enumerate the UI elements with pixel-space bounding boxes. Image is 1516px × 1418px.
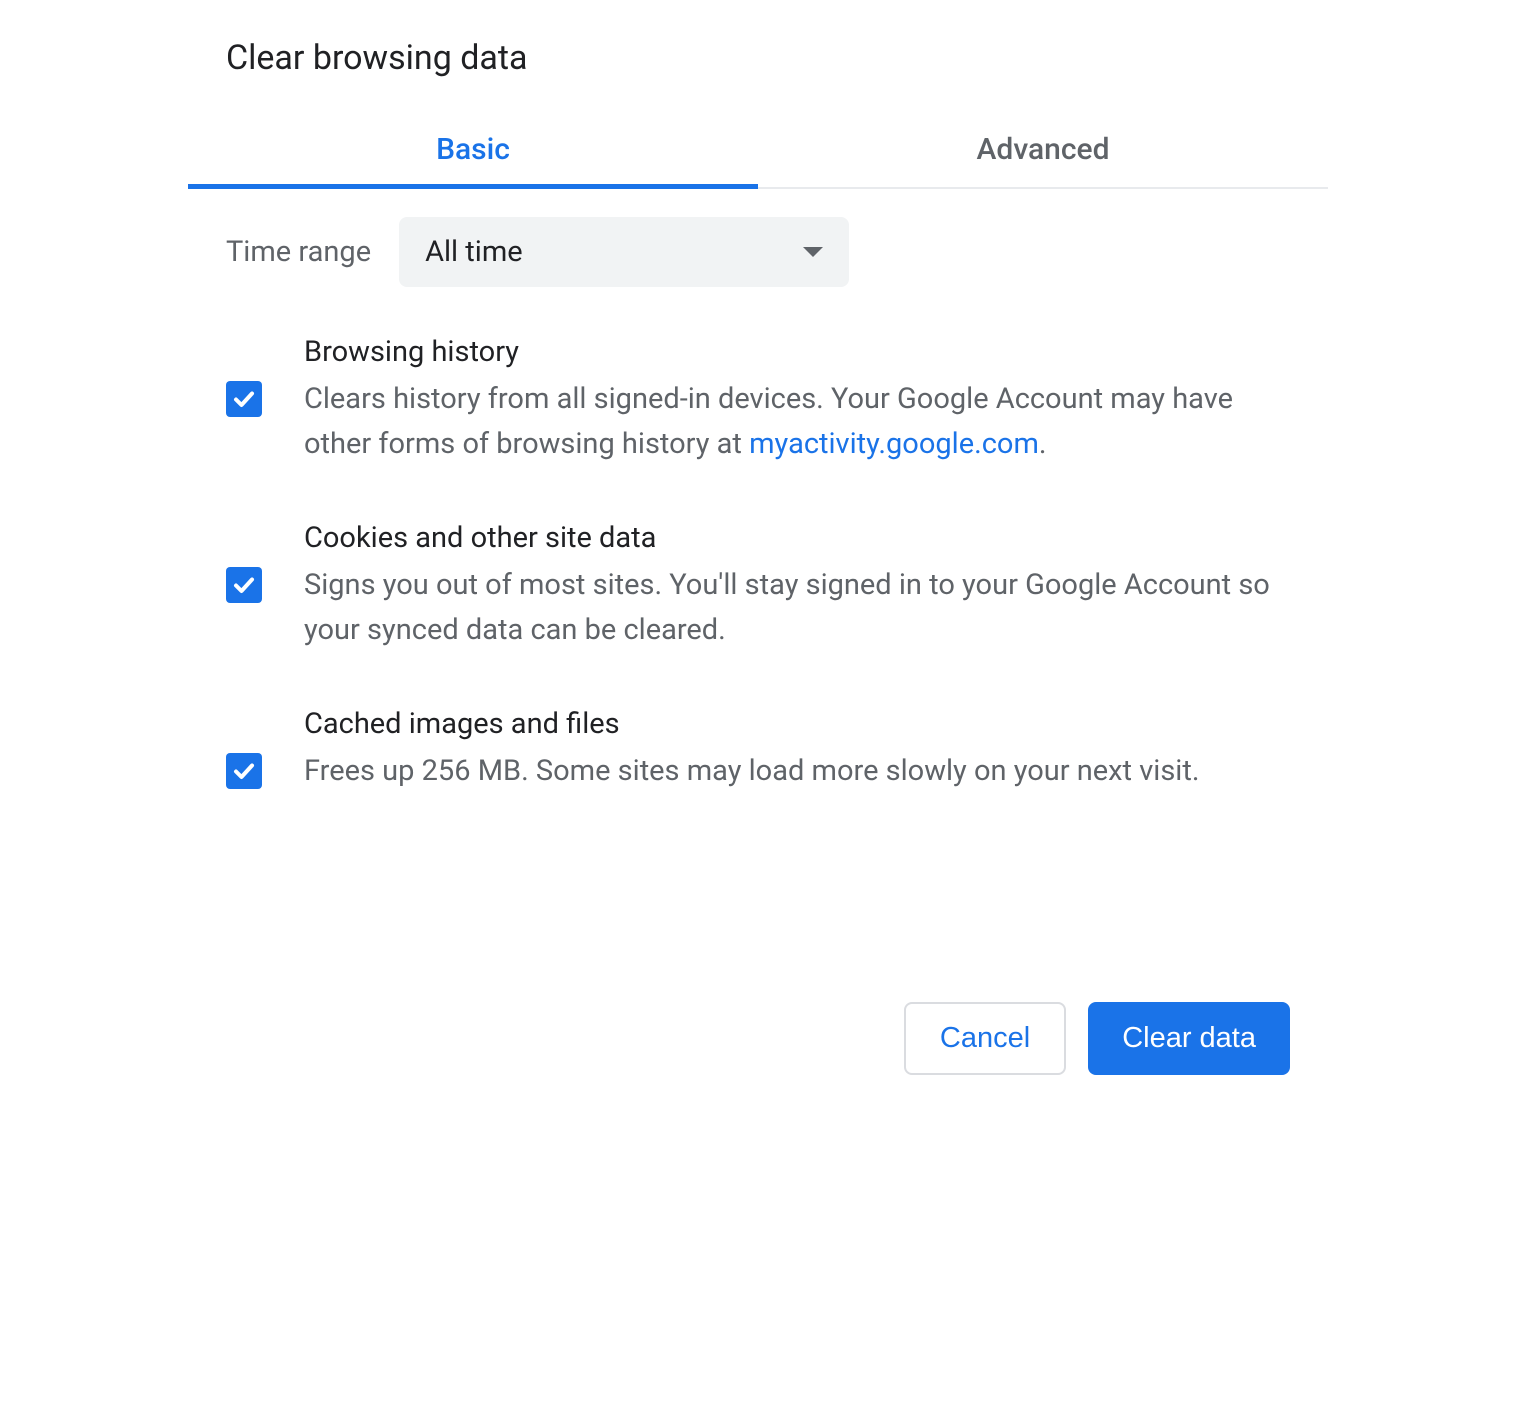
checkbox-browsing-history[interactable] <box>226 381 262 417</box>
option-title: Browsing history <box>304 335 1290 369</box>
time-range-label: Time range <box>226 235 371 269</box>
option-description: Frees up 256 MB. Some sites may load mor… <box>304 749 1290 794</box>
tab-basic[interactable]: Basic <box>188 116 758 187</box>
time-range-select[interactable]: All time <box>399 217 849 287</box>
checkbox-cache[interactable] <box>226 753 262 789</box>
option-title: Cookies and other site data <box>304 521 1290 555</box>
option-text: Browsing history Clears history from all… <box>304 335 1290 467</box>
tabs: Basic Advanced <box>188 116 1328 189</box>
dialog-body: Time range All time Browsing history Cle… <box>188 189 1328 794</box>
clear-data-button[interactable]: Clear data <box>1088 1002 1290 1075</box>
option-description: Signs you out of most sites. You'll stay… <box>304 563 1290 653</box>
caret-down-icon <box>803 247 823 257</box>
check-icon <box>232 759 256 783</box>
myactivity-link[interactable]: myactivity.google.com <box>749 427 1039 461</box>
option-text: Cached images and files Frees up 256 MB.… <box>304 707 1290 794</box>
check-icon <box>232 387 256 411</box>
desc-text: . <box>1039 427 1047 461</box>
option-title: Cached images and files <box>304 707 1290 741</box>
option-cookies: Cookies and other site data Signs you ou… <box>226 521 1290 653</box>
cancel-button[interactable]: Cancel <box>904 1002 1066 1075</box>
dialog-footer: Cancel Clear data <box>188 848 1328 1075</box>
checkbox-cookies[interactable] <box>226 567 262 603</box>
option-description: Clears history from all signed-in device… <box>304 377 1290 467</box>
option-browsing-history: Browsing history Clears history from all… <box>226 335 1290 467</box>
dialog-title: Clear browsing data <box>188 38 1328 116</box>
option-cache: Cached images and files Frees up 256 MB.… <box>226 707 1290 794</box>
time-range-value: All time <box>425 235 523 269</box>
option-text: Cookies and other site data Signs you ou… <box>304 521 1290 653</box>
time-range-row: Time range All time <box>226 217 1290 287</box>
check-icon <box>232 573 256 597</box>
clear-browsing-data-dialog: Clear browsing data Basic Advanced Time … <box>188 0 1328 1115</box>
tab-advanced[interactable]: Advanced <box>758 116 1328 187</box>
